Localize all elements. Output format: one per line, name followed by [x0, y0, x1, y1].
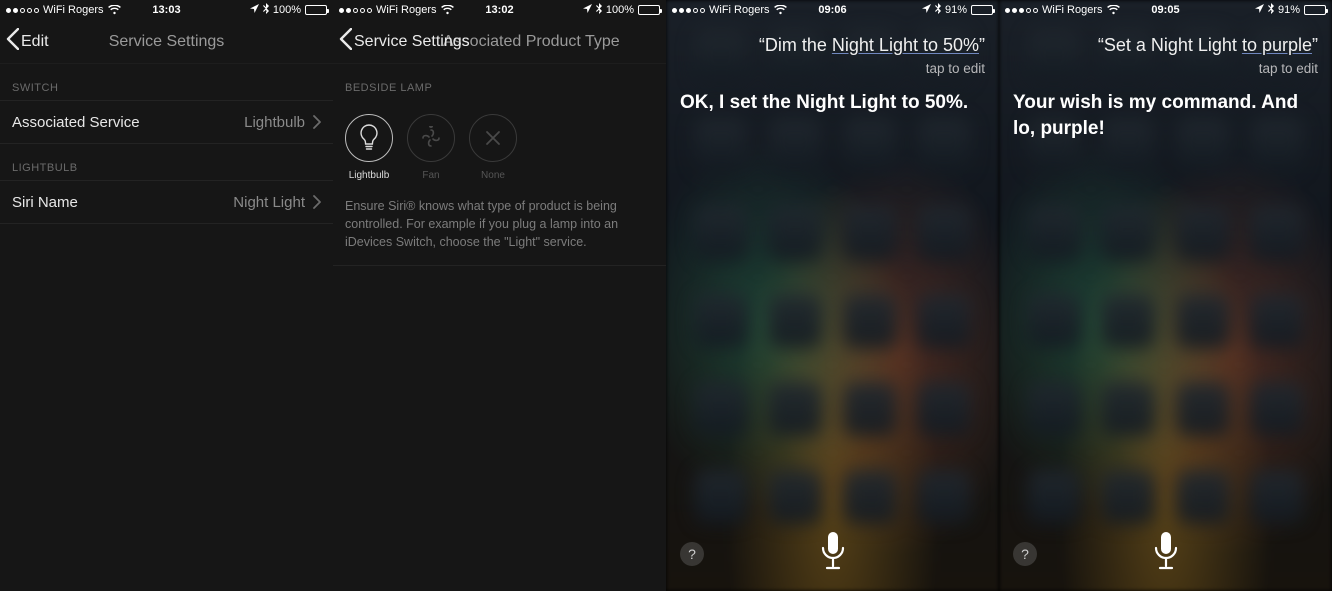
carrier-label: WiFi Rogers — [709, 4, 770, 16]
siri-query[interactable]: “Set a Night Light to purple” — [1013, 34, 1318, 57]
siri-response: Your wish is my command. And lo, purple! — [1013, 90, 1318, 141]
battery-percent: 91% — [945, 4, 967, 16]
back-button[interactable]: Edit — [6, 20, 49, 63]
bluetooth-icon — [1268, 3, 1274, 17]
carrier-label: WiFi Rogers — [376, 4, 437, 16]
battery-icon — [638, 5, 660, 15]
wifi-icon — [441, 5, 454, 15]
back-label: Service Settings — [354, 33, 470, 51]
status-bar: WiFi Rogers 09:05 91% — [999, 0, 1332, 20]
fan-icon — [407, 114, 455, 162]
wifi-icon — [1107, 5, 1120, 15]
help-button[interactable]: ? — [1013, 542, 1037, 566]
siri-response: OK, I set the Night Light to 50%. — [680, 90, 985, 116]
cell-label: Associated Service — [12, 114, 140, 131]
battery-icon — [971, 5, 993, 15]
screen-service-settings: WiFi Rogers 13:03 100% Edit Service Sett… — [0, 0, 333, 591]
microphone-icon[interactable] — [818, 530, 848, 577]
location-icon — [922, 4, 931, 16]
close-icon — [469, 114, 517, 162]
product-types-row: Lightbulb Fan None — [333, 100, 666, 187]
type-lightbulb[interactable]: Lightbulb — [345, 114, 393, 181]
nav-bar: Service Settings Associated Product Type — [333, 20, 666, 64]
siri-query[interactable]: “Dim the Night Light to 50%” — [680, 34, 985, 57]
battery-percent: 91% — [1278, 4, 1300, 16]
bluetooth-icon — [596, 3, 602, 17]
cell-siri-name[interactable]: Siri Name Night Light — [0, 180, 333, 224]
bluetooth-icon — [935, 3, 941, 17]
section-header-lightbulb: LIGHTBULB — [0, 144, 333, 180]
battery-percent: 100% — [273, 4, 301, 16]
screen-associated-product-type: WiFi Rogers 13:02 100% Service Settings … — [333, 0, 666, 591]
tap-to-edit[interactable]: tap to edit — [680, 61, 985, 76]
status-bar: WiFi Rogers 09:06 91% — [666, 0, 999, 20]
chevron-right-icon — [313, 115, 321, 129]
section-header-bedside-lamp: BEDSIDE LAMP — [333, 64, 666, 100]
chevron-right-icon — [313, 195, 321, 209]
cell-label: Siri Name — [12, 194, 78, 211]
tap-to-edit[interactable]: tap to edit — [1013, 61, 1318, 76]
type-fan[interactable]: Fan — [407, 114, 455, 181]
status-bar: WiFi Rogers 13:03 100% — [0, 0, 333, 20]
status-bar: WiFi Rogers 13:02 100% — [333, 0, 666, 20]
signal-strength-icon — [339, 8, 372, 13]
cell-value: Lightbulb — [244, 114, 305, 131]
cell-value: Night Light — [233, 194, 305, 211]
help-button[interactable]: ? — [680, 542, 704, 566]
screen-siri-dim: WiFi Rogers 09:06 91% “Dim the Night Lig… — [666, 0, 999, 591]
chevron-left-icon — [6, 28, 19, 55]
battery-percent: 100% — [606, 4, 634, 16]
cell-associated-service[interactable]: Associated Service Lightbulb — [0, 100, 333, 144]
help-text: Ensure Siri® knows what type of product … — [333, 187, 666, 266]
back-label: Edit — [21, 33, 49, 51]
location-icon — [583, 4, 592, 16]
battery-icon — [305, 5, 327, 15]
battery-icon — [1304, 5, 1326, 15]
nav-bar: Edit Service Settings — [0, 20, 333, 64]
location-icon — [1255, 4, 1264, 16]
signal-strength-icon — [672, 8, 705, 13]
type-label: Fan — [422, 170, 439, 181]
carrier-label: WiFi Rogers — [43, 4, 104, 16]
type-label: None — [481, 170, 505, 181]
section-header-switch: SWITCH — [0, 64, 333, 100]
screen-siri-purple: WiFi Rogers 09:05 91% “Set a Night Light… — [999, 0, 1332, 591]
lightbulb-icon — [345, 114, 393, 162]
bluetooth-icon — [263, 3, 269, 17]
chevron-left-icon — [339, 28, 352, 55]
microphone-icon[interactable] — [1151, 530, 1181, 577]
type-label: Lightbulb — [349, 170, 390, 181]
back-button[interactable]: Service Settings — [339, 20, 470, 63]
signal-strength-icon — [6, 8, 39, 13]
wifi-icon — [774, 5, 787, 15]
location-icon — [250, 4, 259, 16]
wifi-icon — [108, 5, 121, 15]
carrier-label: WiFi Rogers — [1042, 4, 1103, 16]
type-none[interactable]: None — [469, 114, 517, 181]
signal-strength-icon — [1005, 8, 1038, 13]
nav-title: Service Settings — [109, 33, 225, 51]
